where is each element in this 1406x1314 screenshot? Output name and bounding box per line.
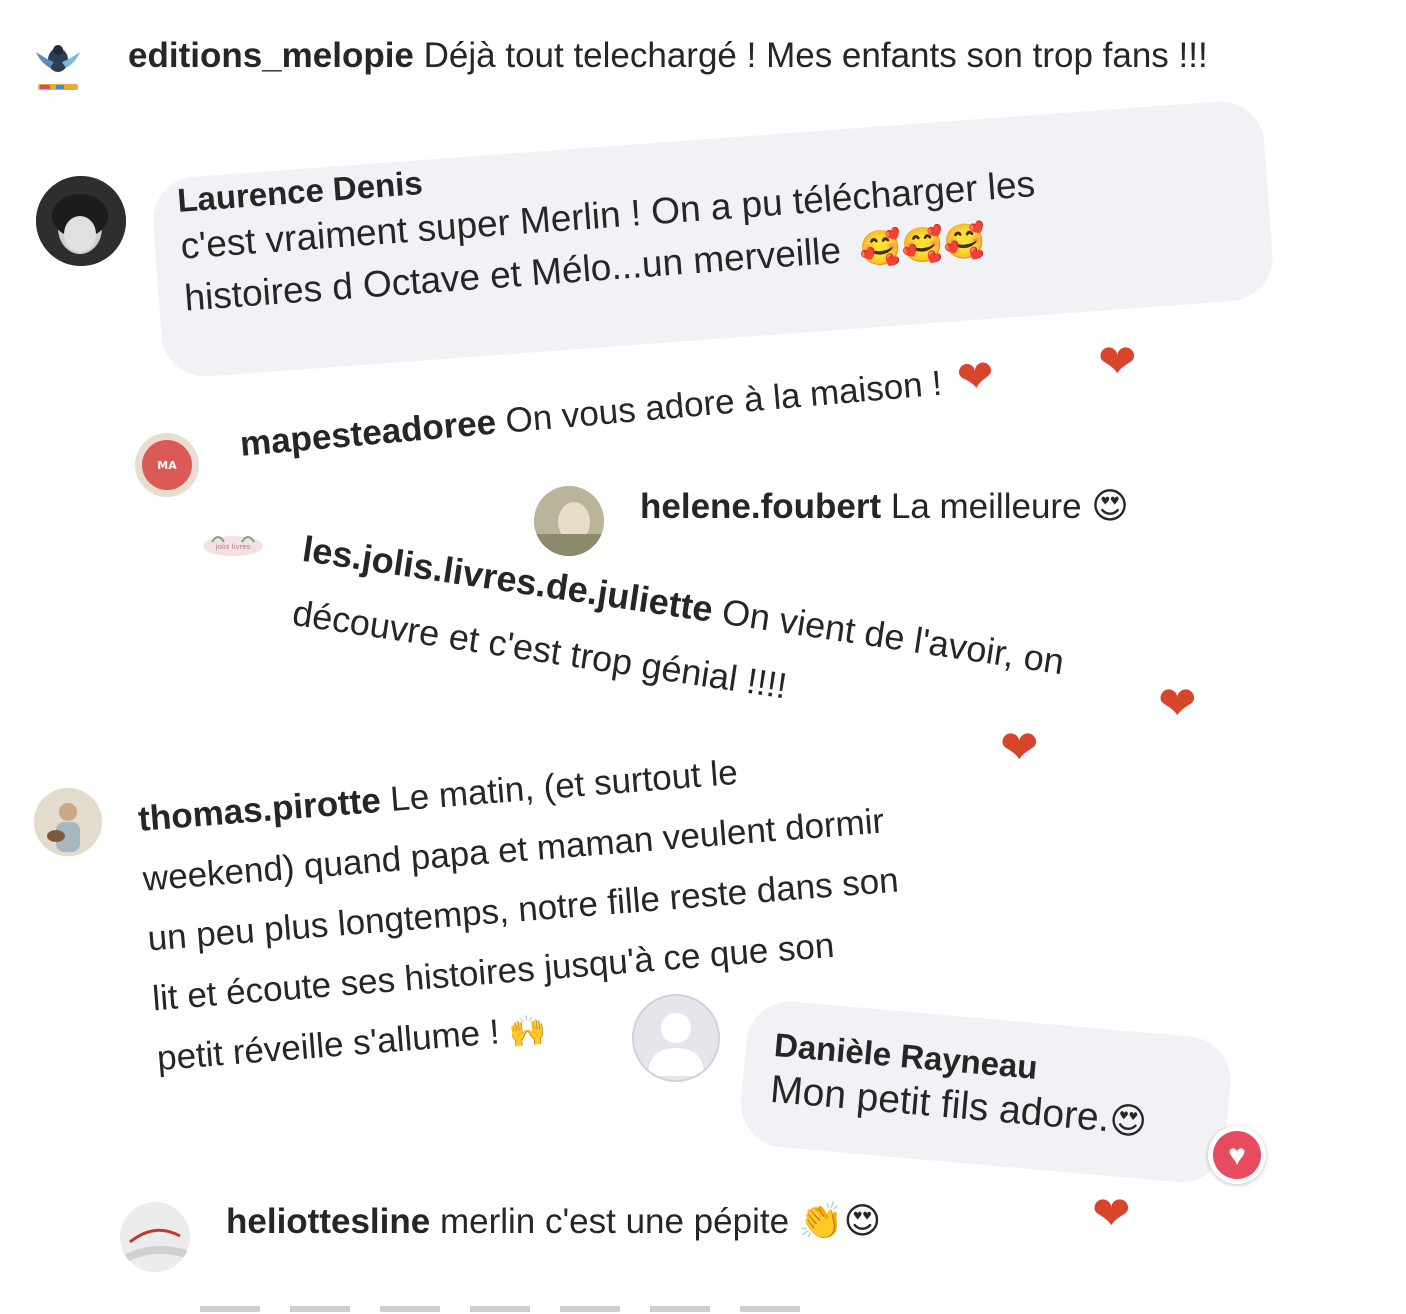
heart-icon[interactable]: ❤ bbox=[1092, 1190, 1131, 1236]
heart-eyes-icon: 😍 bbox=[1107, 1099, 1149, 1144]
mapeste-logo-icon: MA bbox=[135, 433, 199, 497]
truncated-comment bbox=[200, 1300, 820, 1314]
clapping-heart-eyes-icon: 👏😍 bbox=[798, 1201, 882, 1242]
heart-icon[interactable]: ❤ bbox=[1000, 724, 1039, 770]
avatar[interactable] bbox=[534, 486, 604, 556]
comment-3: mapesteadoree On vous adore à la maison … bbox=[238, 351, 997, 465]
svg-text:jolis livres: jolis livres bbox=[215, 543, 251, 551]
melopie-logo-icon bbox=[36, 45, 80, 90]
comment-text: Déjà tout telechargé ! Mes enfants son t… bbox=[423, 36, 1208, 75]
raising-hands-icon: 🙌 bbox=[507, 1012, 548, 1051]
avatar[interactable] bbox=[26, 32, 90, 96]
comment-text: La meilleure bbox=[890, 487, 1082, 526]
profile-photo-icon bbox=[36, 176, 126, 266]
default-user-icon bbox=[648, 1013, 704, 1076]
avatar[interactable] bbox=[632, 994, 720, 1082]
comment-1: editions_melopie Déjà tout telechargé ! … bbox=[128, 36, 1208, 76]
avatar[interactable] bbox=[120, 1202, 190, 1272]
avatar[interactable] bbox=[36, 176, 126, 266]
comment-text: On vous adore à la maison ! bbox=[503, 363, 944, 441]
username[interactable]: thomas.pirotte bbox=[137, 781, 382, 839]
profile-photo-icon bbox=[34, 788, 102, 856]
username[interactable]: editions_melopie bbox=[128, 36, 414, 75]
comment-text: merlin c'est une pépite bbox=[439, 1202, 790, 1241]
heart-icon: ♥ bbox=[1213, 1131, 1261, 1179]
comment-8: heliottesline merlin c'est une pépite 👏😍 bbox=[226, 1200, 881, 1242]
comment-4: helene.foubert La meilleure 😍 bbox=[640, 486, 1129, 527]
avatar[interactable] bbox=[34, 788, 102, 856]
avatar[interactable]: MA bbox=[134, 432, 200, 498]
heart-icon[interactable]: ❤ bbox=[1098, 338, 1137, 384]
profile-photo-icon bbox=[534, 486, 604, 556]
heart-icon: ❤ bbox=[955, 351, 997, 404]
svg-text:MA: MA bbox=[157, 459, 177, 472]
username[interactable]: mapesteadoree bbox=[238, 403, 497, 464]
username[interactable]: heliottesline bbox=[226, 1202, 430, 1241]
like-badge-icon[interactable]: ♥ bbox=[1208, 1126, 1266, 1184]
avatar[interactable]: jolis livres bbox=[196, 518, 270, 574]
profile-photo-icon bbox=[120, 1202, 190, 1272]
username[interactable]: helene.foubert bbox=[640, 487, 881, 526]
juliette-logo-icon: jolis livres bbox=[203, 536, 263, 556]
heart-icon[interactable]: ❤ bbox=[1158, 680, 1197, 726]
heart-eyes-icon: 😍 bbox=[1091, 486, 1129, 527]
